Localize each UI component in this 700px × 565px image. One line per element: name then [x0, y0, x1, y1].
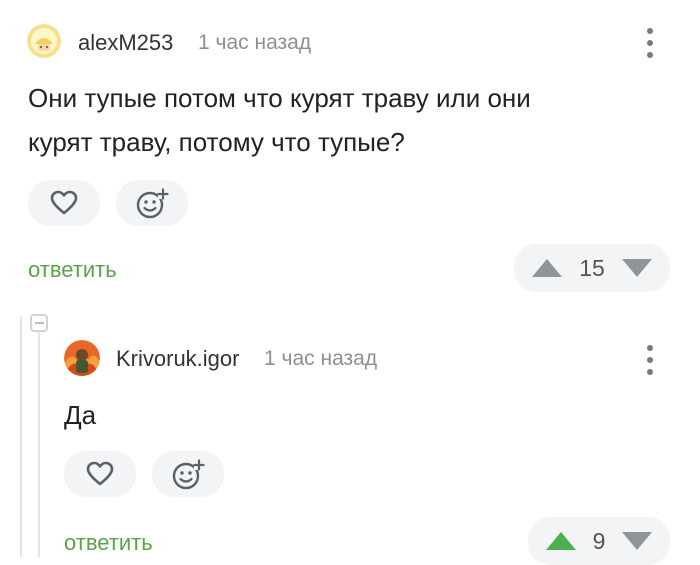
thread-line [20, 316, 22, 557]
like-button[interactable] [64, 451, 136, 497]
comment-text-line: Они тупые потом что курят траву или они [28, 83, 531, 113]
heart-icon [86, 461, 114, 486]
comment-text: Они тупые потом что курят траву или они … [28, 76, 668, 164]
username[interactable]: alexM253 [78, 30, 173, 56]
add-reaction-button[interactable] [116, 180, 188, 226]
comment-time: 1 час назад [198, 31, 312, 54]
reply-button[interactable]: ответить [64, 530, 153, 556]
reply-button[interactable]: ответить [28, 257, 117, 283]
kebab-icon[interactable] [644, 345, 656, 375]
add-reaction-icon [136, 188, 169, 219]
collapse-icon[interactable] [30, 314, 48, 332]
comment-text: Да [64, 400, 97, 430]
add-reaction-icon [172, 459, 205, 490]
rating-value: 9 [592, 527, 606, 554]
upvote-icon[interactable] [530, 257, 564, 279]
kebab-icon[interactable] [644, 28, 656, 58]
heart-icon [50, 190, 78, 215]
downvote-icon[interactable] [620, 257, 654, 279]
like-button[interactable] [28, 180, 100, 226]
comment-text-line: курят траву, потому что тупые? [28, 127, 405, 157]
add-reaction-button[interactable] [152, 451, 224, 497]
username[interactable]: Krivoruk.igor [116, 346, 239, 372]
rating-value: 15 [579, 254, 605, 281]
upvote-icon[interactable] [544, 530, 578, 552]
downvote-icon[interactable] [620, 530, 654, 552]
rating-control: 15 [514, 244, 670, 292]
avatar[interactable] [64, 340, 100, 376]
comment-time: 1 час назад [264, 347, 378, 370]
thread-line [38, 316, 40, 557]
rating-control: 9 [528, 517, 670, 565]
avatar[interactable] [27, 24, 61, 58]
